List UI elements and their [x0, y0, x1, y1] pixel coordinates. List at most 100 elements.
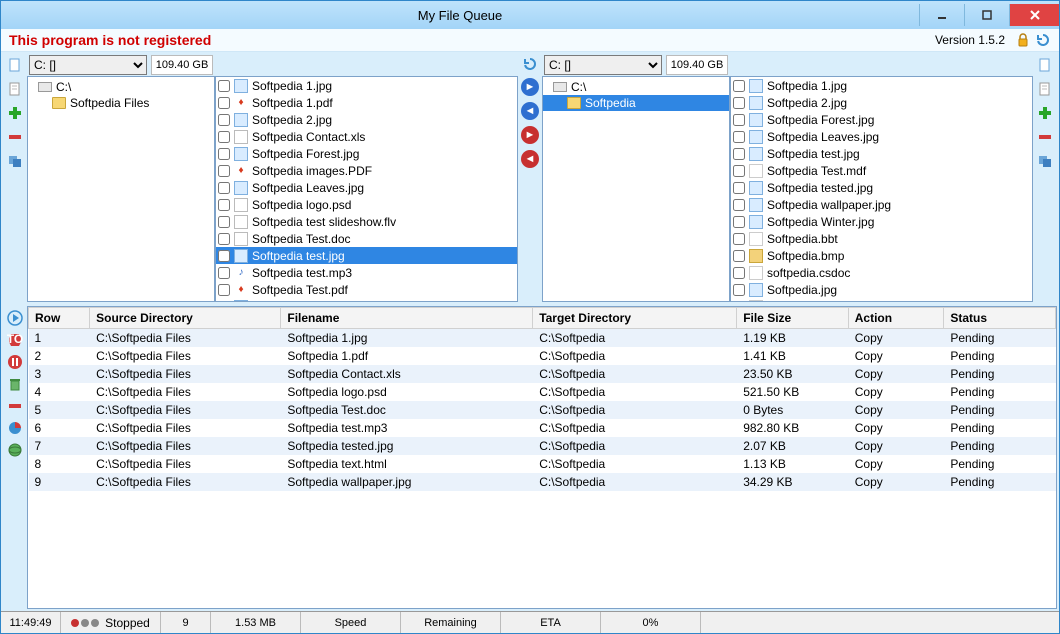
- file-row[interactable]: Softpedia test slideshow.flv: [216, 213, 517, 230]
- file-checkbox[interactable]: [733, 114, 745, 126]
- file-row[interactable]: Softpedia.bmp: [731, 247, 1032, 264]
- file-checkbox[interactable]: [733, 216, 745, 228]
- file-checkbox[interactable]: [218, 199, 230, 211]
- lock-icon[interactable]: [1015, 32, 1031, 48]
- arrow-right-red[interactable]: ►: [521, 126, 539, 144]
- file-row[interactable]: Softpedia Test.doc: [216, 230, 517, 247]
- file-checkbox[interactable]: [218, 216, 230, 228]
- file-icon[interactable]: [6, 56, 24, 74]
- maximize-button[interactable]: [964, 4, 1009, 26]
- file-row[interactable]: Softpedia.bbt: [731, 230, 1032, 247]
- file-row[interactable]: ♦Softpedia images.PDF: [216, 162, 517, 179]
- stack-icon[interactable]: [6, 152, 24, 170]
- queue-col-file-size[interactable]: File Size: [737, 308, 849, 329]
- queue-col-row[interactable]: Row: [29, 308, 90, 329]
- file-checkbox[interactable]: [218, 182, 230, 194]
- file-checkbox[interactable]: [218, 97, 230, 109]
- globe-icon[interactable]: [7, 442, 23, 458]
- add-icon[interactable]: [6, 104, 24, 122]
- file-row[interactable]: Softpedia test.jpg: [731, 145, 1032, 162]
- file-row[interactable]: Softpedia Leaves.jpg: [216, 179, 517, 196]
- queue-col-action[interactable]: Action: [848, 308, 944, 329]
- file-row[interactable]: Softpedia 1.jpg: [216, 77, 517, 94]
- left-drive-select[interactable]: C: []: [29, 55, 147, 75]
- queue-row[interactable]: 9C:\Softpedia FilesSoftpedia wallpaper.j…: [29, 473, 1056, 491]
- file-row[interactable]: Softpedia Test.mdf: [731, 162, 1032, 179]
- file-checkbox[interactable]: [218, 131, 230, 143]
- right-drive-select[interactable]: C: []: [544, 55, 662, 75]
- left-filelist[interactable]: Softpedia 1.jpg♦Softpedia 1.pdfSoftpedia…: [215, 76, 518, 302]
- queue-table-wrap[interactable]: RowSource DirectoryFilenameTarget Direct…: [27, 306, 1057, 609]
- queue-row[interactable]: 7C:\Softpedia FilesSoftpedia tested.jpgC…: [29, 437, 1056, 455]
- file-checkbox[interactable]: [733, 199, 745, 211]
- refresh-icon[interactable]: [1035, 32, 1051, 48]
- file-checkbox[interactable]: [733, 267, 745, 279]
- queue-row[interactable]: 2C:\Softpedia FilesSoftpedia 1.pdfC:\Sof…: [29, 347, 1056, 365]
- page-icon[interactable]: [1036, 80, 1054, 98]
- remove-icon[interactable]: [7, 398, 23, 414]
- file-checkbox[interactable]: [733, 165, 745, 177]
- file-row[interactable]: Softpedia Leaves.jpg: [731, 128, 1032, 145]
- file-row[interactable]: Softpedia 2.jpg: [731, 94, 1032, 111]
- file-row[interactable]: Softpedia wallpaper.jpg: [731, 196, 1032, 213]
- file-checkbox[interactable]: [218, 114, 230, 126]
- file-row[interactable]: Softpedia Forest.jpg: [731, 111, 1032, 128]
- arrow-right[interactable]: ►: [521, 78, 539, 96]
- refresh-icon[interactable]: [522, 56, 538, 72]
- close-button[interactable]: [1009, 4, 1059, 26]
- tree-item[interactable]: C:\: [28, 79, 214, 95]
- trash-icon[interactable]: [7, 376, 23, 392]
- file-checkbox[interactable]: [733, 182, 745, 194]
- queue-row[interactable]: 5C:\Softpedia FilesSoftpedia Test.docC:\…: [29, 401, 1056, 419]
- file-checkbox[interactable]: [218, 233, 230, 245]
- right-filelist[interactable]: Softpedia 1.jpgSoftpedia 2.jpgSoftpedia …: [730, 76, 1033, 302]
- stop-icon[interactable]: STOP: [7, 332, 23, 348]
- add-icon[interactable]: [1036, 104, 1054, 122]
- titlebar[interactable]: My File Queue: [1, 1, 1059, 29]
- queue-row[interactable]: 1C:\Softpedia FilesSoftpedia 1.jpgC:\Sof…: [29, 329, 1056, 348]
- file-row[interactable]: Softpedia Contact.xls: [216, 128, 517, 145]
- queue-row[interactable]: 3C:\Softpedia FilesSoftpedia Contact.xls…: [29, 365, 1056, 383]
- file-row[interactable]: Softpedia Winter.jpg: [731, 213, 1032, 230]
- file-row[interactable]: Softpedia logo.psd: [216, 196, 517, 213]
- file-checkbox[interactable]: [733, 131, 745, 143]
- chart-icon[interactable]: [7, 420, 23, 436]
- stack-icon[interactable]: [1036, 152, 1054, 170]
- file-icon[interactable]: [1036, 56, 1054, 74]
- tree-item[interactable]: Softpedia: [543, 95, 729, 111]
- queue-col-filename[interactable]: Filename: [281, 308, 533, 329]
- file-row[interactable]: Softpedia tested.jpg: [731, 179, 1032, 196]
- left-tree[interactable]: C:\Softpedia Files: [27, 76, 215, 302]
- file-checkbox[interactable]: [218, 284, 230, 296]
- file-checkbox[interactable]: [218, 267, 230, 279]
- file-checkbox[interactable]: [218, 148, 230, 160]
- page-icon[interactable]: [6, 80, 24, 98]
- remove-icon[interactable]: [6, 128, 24, 146]
- queue-table[interactable]: RowSource DirectoryFilenameTarget Direct…: [28, 307, 1056, 491]
- queue-col-target-directory[interactable]: Target Directory: [533, 308, 737, 329]
- tree-item[interactable]: C:\: [543, 79, 729, 95]
- file-row[interactable]: Softpedia 1.jpg: [731, 77, 1032, 94]
- file-row[interactable]: ♦Softpedia Test.pdf: [216, 281, 517, 298]
- pause-icon[interactable]: [7, 354, 23, 370]
- file-checkbox[interactable]: [733, 284, 745, 296]
- file-checkbox[interactable]: [218, 250, 230, 262]
- queue-col-status[interactable]: Status: [944, 308, 1056, 329]
- file-checkbox[interactable]: [733, 250, 745, 262]
- queue-row[interactable]: 4C:\Softpedia FilesSoftpedia logo.psdC:\…: [29, 383, 1056, 401]
- file-checkbox[interactable]: [733, 148, 745, 160]
- file-checkbox[interactable]: [733, 97, 745, 109]
- file-row[interactable]: Softpedia Forest.jpg: [216, 145, 517, 162]
- tree-item[interactable]: Softpedia Files: [28, 95, 214, 111]
- file-row[interactable]: Softpedia test.jpg: [216, 247, 517, 264]
- queue-row[interactable]: 8C:\Softpedia FilesSoftpedia text.htmlC:…: [29, 455, 1056, 473]
- arrow-left-red[interactable]: ◄: [521, 150, 539, 168]
- file-row[interactable]: Softpedia 2.jpg: [216, 111, 517, 128]
- file-checkbox[interactable]: [733, 233, 745, 245]
- remove-icon[interactable]: [1036, 128, 1054, 146]
- file-row[interactable]: ♪Softpedia test.mp3: [216, 264, 517, 281]
- file-row[interactable]: ♦Softpedia 1.pdf: [216, 94, 517, 111]
- queue-row[interactable]: 6C:\Softpedia FilesSoftpedia test.mp3C:\…: [29, 419, 1056, 437]
- file-checkbox[interactable]: [218, 80, 230, 92]
- file-row[interactable]: softpedia.csdoc: [731, 264, 1032, 281]
